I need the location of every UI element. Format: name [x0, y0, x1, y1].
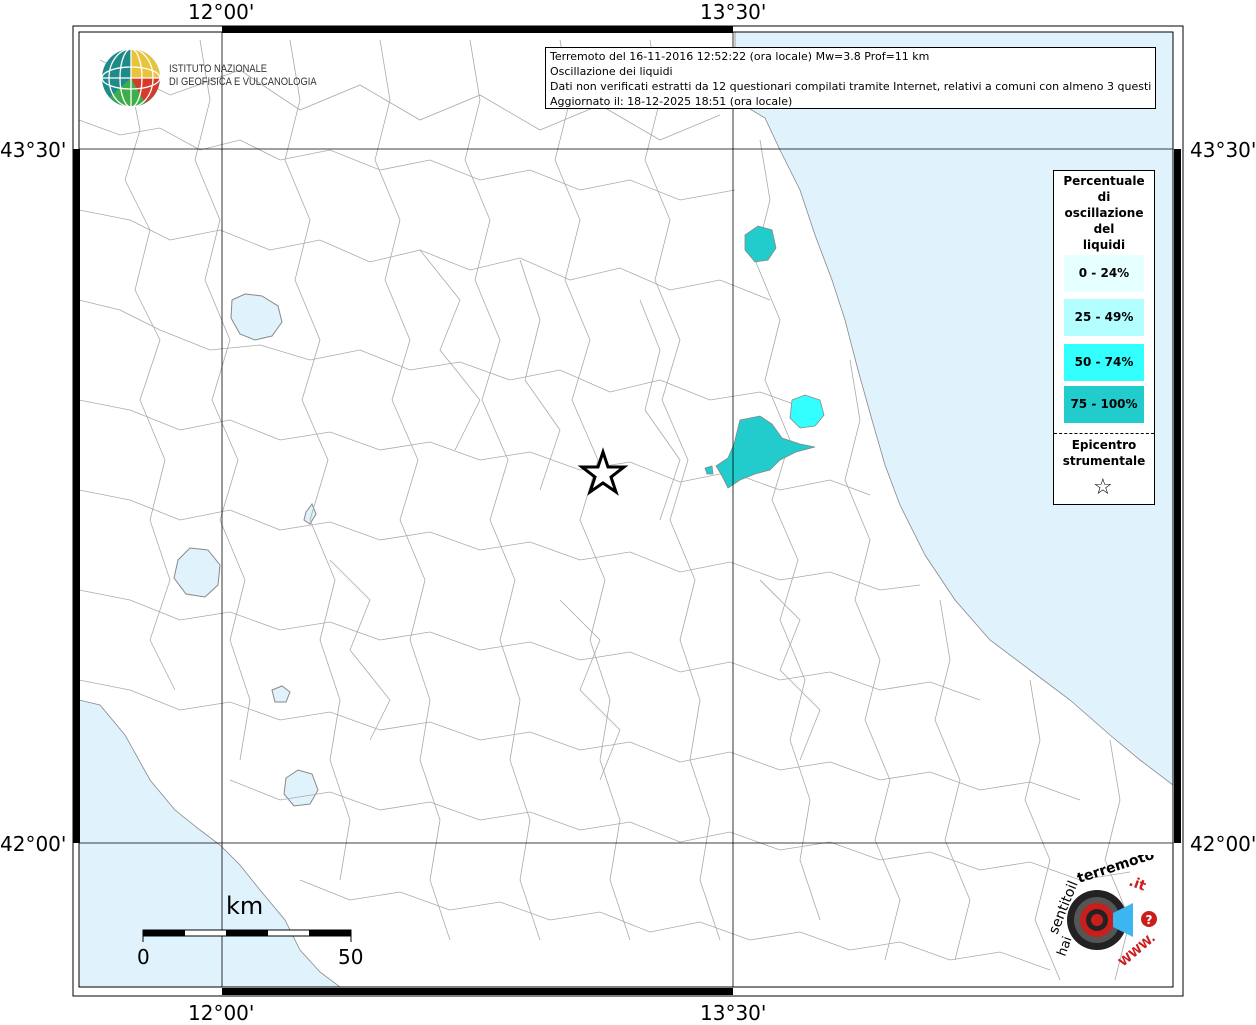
ingv-line1: ISTITUTO NAZIONALE	[169, 63, 268, 75]
legend-title-line4: del	[1093, 222, 1115, 236]
lon-label-bottom-left: 12°00'	[188, 1001, 255, 1025]
lat-label-upper-right: 43°30'	[1190, 138, 1256, 162]
lat-label-lower-left: 42°00'	[0, 832, 67, 856]
map-legend: Percentuale di oscillazione del liquidi …	[1053, 170, 1155, 505]
ingv-line2: DI GEOFISICA E VULCANOLOGIA	[169, 76, 317, 88]
legend-title: Percentuale di oscillazione del liquidi	[1054, 173, 1154, 253]
legend-item-75-100: 75 - 100%	[1064, 386, 1144, 423]
legend-title-line3: oscillazione	[1064, 206, 1144, 220]
info-line-event: Terremoto del 16-11-2016 12:52:22 (ora l…	[550, 50, 930, 63]
legend-title-line1: Percentuale	[1063, 174, 1145, 188]
scale-unit: km	[226, 892, 264, 920]
ingv-name: ISTITUTO NAZIONALE DI GEOFISICA E VULCAN…	[169, 63, 317, 89]
legend-separator	[1054, 433, 1154, 434]
scale-start: 0	[137, 945, 150, 969]
legend-star-icon: ☆	[1093, 475, 1113, 500]
legend-epicenter-label: Epicentro strumentale	[1054, 437, 1154, 469]
lon-label-top-right: 13°30'	[700, 0, 767, 24]
ingv-globe-icon	[101, 48, 161, 108]
haisentitoilterremoto-logo: ? hai sentitoil terremoto .it WWW.	[1046, 855, 1158, 970]
legend-epicenter-line2: strumentale	[1062, 454, 1146, 468]
scale-end: 50	[338, 945, 364, 969]
hst-it: .it	[1127, 874, 1149, 895]
hst-question: ?	[1146, 913, 1153, 927]
hst-www: WWW.	[1116, 931, 1158, 970]
info-line-source: Dati non verificati estratti da 12 quest…	[550, 80, 1151, 93]
lon-label-top-left: 12°00'	[188, 0, 255, 24]
earthquake-info-box: Terremoto del 16-11-2016 12:52:22 (ora l…	[545, 47, 1156, 109]
lat-label-upper-left: 43°30'	[0, 138, 67, 162]
legend-item-50-74: 50 - 74%	[1064, 344, 1144, 381]
legend-item-0-24: 0 - 24%	[1064, 255, 1144, 292]
info-line-parameter: Oscillazione dei liquidi	[550, 65, 673, 78]
legend-title-line5: liquidi	[1082, 238, 1126, 252]
lat-label-lower-right: 42°00'	[1190, 832, 1256, 856]
hst-hai: hai	[1055, 935, 1076, 959]
legend-epicenter-line1: Epicentro	[1071, 438, 1137, 452]
legend-item-25-49: 25 - 49%	[1064, 299, 1144, 336]
legend-title-line2: di	[1097, 190, 1111, 204]
lon-label-bottom-right: 13°30'	[700, 1001, 767, 1025]
info-line-updated: Aggiornato il: 18-12-2025 18:51 (ora loc…	[550, 95, 793, 108]
